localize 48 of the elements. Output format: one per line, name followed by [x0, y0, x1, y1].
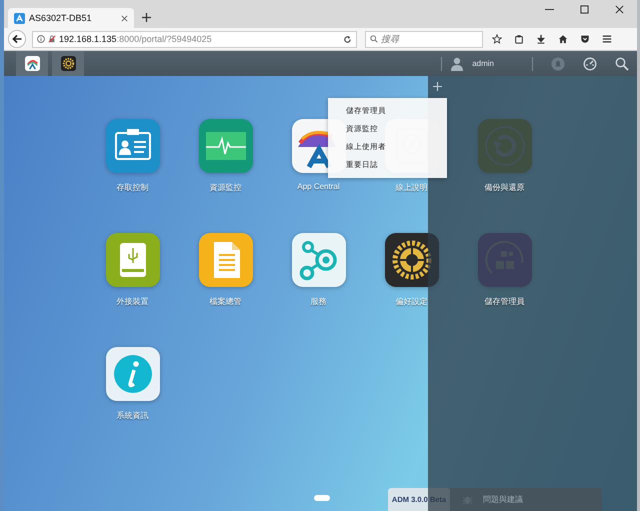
add-icon[interactable]: [433, 82, 442, 91]
url-text: 192.168.1.135:8000/portal/?59494025: [59, 34, 213, 44]
gauge-icon[interactable]: [583, 56, 597, 70]
document-icon[interactable]: [198, 233, 252, 287]
search-icon[interactable]: [615, 56, 629, 70]
back-icon[interactable]: [8, 30, 26, 48]
gear-icon: [60, 56, 76, 71]
maximize-icon[interactable]: [580, 5, 589, 14]
info-icon[interactable]: [106, 347, 160, 401]
menu-icon[interactable]: [602, 34, 612, 44]
bookmark-star-icon[interactable]: [492, 34, 502, 44]
close-icon[interactable]: [121, 14, 128, 22]
download-icon[interactable]: [536, 34, 546, 44]
reload-icon[interactable]: [343, 34, 352, 44]
heartbeat-icon[interactable]: [198, 119, 252, 173]
connected-circles-icon[interactable]: [292, 233, 346, 287]
app-label[interactable]: 服務: [310, 296, 326, 307]
app-label[interactable]: 系統資訊: [116, 410, 148, 421]
insecure-lock-icon: [48, 35, 56, 43]
app-label[interactable]: 外接裝置: [116, 296, 148, 307]
new-tab-icon[interactable]: [142, 13, 151, 22]
app-label[interactable]: 檔案總管: [210, 296, 242, 307]
app-label[interactable]: 偏好設定: [396, 296, 428, 307]
settings-taskbar-button[interactable]: [52, 51, 84, 76]
tab-title: AS6302T-DB51: [29, 13, 93, 23]
app-label[interactable]: 存取控制: [116, 182, 148, 193]
clipboard-icon[interactable]: [514, 34, 524, 44]
close-icon[interactable]: [615, 5, 624, 14]
address-field[interactable]: 192.168.1.135:8000/portal/?59494025: [32, 30, 357, 48]
app-label[interactable]: App Central: [297, 182, 340, 191]
home-icon[interactable]: [558, 34, 568, 44]
user-name[interactable]: admin: [472, 59, 494, 68]
logo-icon: [14, 12, 25, 24]
browser-tab[interactable]: AS6302T-DB51: [8, 8, 134, 28]
search-icon: [370, 35, 378, 43]
feedback-button[interactable]: 問題與建議: [450, 488, 602, 511]
user-icon[interactable]: [450, 56, 464, 70]
rainbow-a-icon: [24, 56, 40, 71]
access-card-icon[interactable]: [106, 119, 160, 173]
app-label[interactable]: 資源監控: [210, 182, 242, 193]
pocket-icon[interactable]: [580, 34, 590, 44]
search-field[interactable]: 搜尋: [365, 30, 483, 48]
app-label[interactable]: 備份與還原: [484, 182, 524, 193]
info-icon: [37, 35, 45, 43]
app-label[interactable]: 線上說明: [396, 182, 428, 193]
app-label[interactable]: 儲存管理員: [484, 296, 524, 307]
search-input[interactable]: 搜尋: [381, 34, 471, 44]
app-central-taskbar-button[interactable]: [16, 51, 48, 76]
